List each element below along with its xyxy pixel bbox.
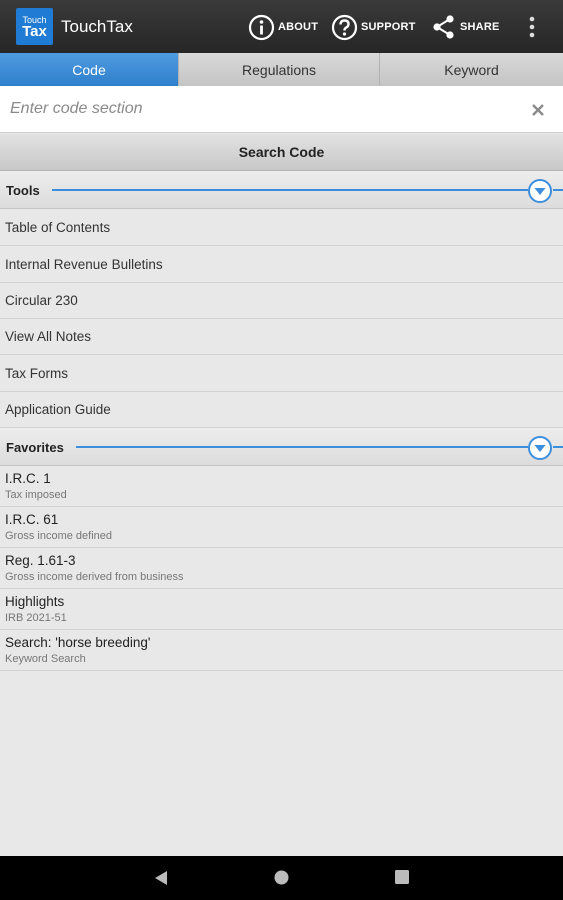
- collapse-arrow-icon[interactable]: [527, 178, 553, 204]
- info-icon: [248, 14, 275, 40]
- favorites-header-label: Favorites: [6, 440, 64, 455]
- back-icon[interactable]: [154, 870, 168, 886]
- favorite-subtitle: Keyword Search: [5, 653, 86, 665]
- tab-bar: Code Regulations Keyword: [0, 53, 563, 86]
- tools-header-label: Tools: [6, 183, 40, 198]
- favorite-item[interactable]: Reg. 1.61-3 Gross income derived from bu…: [0, 548, 563, 589]
- search-row: [0, 86, 563, 133]
- divider: [52, 189, 528, 191]
- favorite-title: I.R.C. 1: [5, 471, 51, 486]
- tool-internal-revenue-bulletins[interactable]: Internal Revenue Bulletins: [0, 246, 563, 283]
- favorite-subtitle: IRB 2021-51: [5, 612, 67, 624]
- tab-keyword[interactable]: Keyword: [380, 53, 563, 86]
- app-title: TouchTax: [61, 17, 133, 36]
- tool-circular-230[interactable]: Circular 230: [0, 282, 563, 319]
- logo-line2: Tax: [22, 23, 47, 40]
- tool-tax-forms[interactable]: Tax Forms: [0, 355, 563, 392]
- favorite-subtitle: Gross income defined: [5, 530, 112, 542]
- share-icon: [433, 15, 454, 39]
- recents-icon[interactable]: [395, 870, 409, 884]
- tab-regulations[interactable]: Regulations: [179, 53, 380, 86]
- favorite-title: I.R.C. 61: [5, 512, 59, 527]
- close-icon[interactable]: [531, 103, 545, 117]
- support-label: SUPPORT: [361, 21, 416, 33]
- about-label: ABOUT: [278, 21, 319, 33]
- favorite-title: Highlights: [5, 594, 65, 609]
- divider: [553, 446, 563, 448]
- tool-table-of-contents[interactable]: Table of Contents: [0, 209, 563, 246]
- tools-section-header[interactable]: Tools: [0, 171, 563, 209]
- favorite-title: Reg. 1.61-3: [5, 553, 76, 568]
- tool-view-all-notes[interactable]: View All Notes: [0, 318, 563, 355]
- overflow-menu-icon[interactable]: [524, 14, 540, 40]
- home-icon[interactable]: [274, 870, 289, 885]
- search-code-button[interactable]: Search Code: [0, 134, 563, 171]
- favorite-item[interactable]: Highlights IRB 2021-51: [0, 589, 563, 630]
- about-button[interactable]: ABOUT: [248, 13, 318, 41]
- favorite-subtitle: Gross income derived from business: [5, 571, 184, 583]
- app-logo: Touch Tax: [16, 8, 53, 45]
- favorite-subtitle: Tax imposed: [5, 489, 67, 501]
- app-bar: Touch Tax TouchTax ABOUT SUPPORT SHARE: [0, 0, 563, 53]
- divider: [76, 446, 528, 448]
- divider: [553, 189, 563, 191]
- favorite-title: Search: 'horse breeding': [5, 635, 151, 650]
- favorite-item[interactable]: Search: 'horse breeding' Keyword Search: [0, 630, 563, 671]
- tab-code[interactable]: Code: [0, 53, 179, 86]
- favorites-section-header[interactable]: Favorites: [0, 428, 563, 466]
- tool-application-guide[interactable]: Application Guide: [0, 391, 563, 428]
- help-icon: [331, 14, 358, 40]
- system-nav-bar: [0, 856, 563, 900]
- support-button[interactable]: SUPPORT: [331, 13, 416, 41]
- favorite-item[interactable]: I.R.C. 1 Tax imposed: [0, 466, 563, 507]
- code-section-input[interactable]: [10, 96, 510, 122]
- collapse-arrow-icon[interactable]: [527, 435, 553, 461]
- favorite-item[interactable]: I.R.C. 61 Gross income defined: [0, 507, 563, 548]
- share-label: SHARE: [460, 21, 500, 33]
- share-button[interactable]: SHARE: [431, 13, 500, 41]
